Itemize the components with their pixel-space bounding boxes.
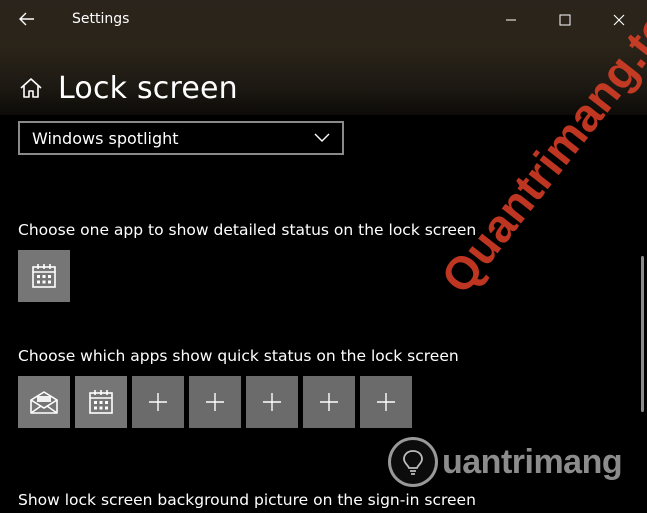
close-icon bbox=[613, 14, 625, 26]
signin-background-label: Show lock screen background picture on t… bbox=[18, 491, 476, 509]
dropdown-value: Windows spotlight bbox=[32, 128, 179, 148]
detailed-status-label: Choose one app to show detailed status o… bbox=[18, 221, 477, 239]
plus-icon bbox=[149, 393, 167, 411]
quick-status-add-slot-3[interactable] bbox=[246, 376, 298, 428]
quick-status-add-slot-1[interactable] bbox=[132, 376, 184, 428]
watermark-text: uantrimang bbox=[442, 442, 623, 481]
plus-icon bbox=[206, 393, 224, 411]
detailed-status-row bbox=[18, 250, 70, 302]
page-header: Lock screen bbox=[18, 66, 238, 110]
calendar-icon bbox=[89, 390, 113, 414]
plus-icon bbox=[263, 393, 281, 411]
window-title: Settings bbox=[72, 11, 130, 27]
back-arrow-icon bbox=[19, 12, 34, 26]
chevron-down-icon bbox=[314, 133, 330, 142]
quick-status-row bbox=[18, 376, 412, 428]
back-button[interactable] bbox=[14, 6, 40, 32]
maximize-button[interactable] bbox=[551, 6, 579, 34]
maximize-icon bbox=[559, 14, 571, 26]
home-icon[interactable] bbox=[18, 75, 44, 101]
quick-status-calendar-tile[interactable] bbox=[75, 376, 127, 428]
quick-status-label: Choose which apps show quick status on t… bbox=[18, 347, 459, 365]
lightbulb-icon bbox=[388, 437, 438, 487]
quick-status-add-slot-5[interactable] bbox=[360, 376, 412, 428]
quick-status-mail-tile[interactable] bbox=[18, 376, 70, 428]
minimize-button[interactable] bbox=[497, 6, 525, 34]
vertical-scrollbar[interactable] bbox=[641, 256, 644, 412]
watermark-diagonal: Quantrimang.top bbox=[430, 0, 647, 303]
background-dropdown[interactable]: Windows spotlight bbox=[18, 121, 344, 155]
calendar-icon bbox=[32, 264, 56, 288]
mail-icon bbox=[30, 391, 58, 414]
watermark-logo: uantrimang bbox=[388, 434, 623, 490]
minimize-icon bbox=[506, 19, 516, 21]
plus-icon bbox=[377, 393, 395, 411]
close-button[interactable] bbox=[605, 6, 633, 34]
plus-icon bbox=[320, 393, 338, 411]
page-title: Lock screen bbox=[58, 70, 238, 106]
detailed-status-calendar-tile[interactable] bbox=[18, 250, 70, 302]
quick-status-add-slot-2[interactable] bbox=[189, 376, 241, 428]
quick-status-add-slot-4[interactable] bbox=[303, 376, 355, 428]
